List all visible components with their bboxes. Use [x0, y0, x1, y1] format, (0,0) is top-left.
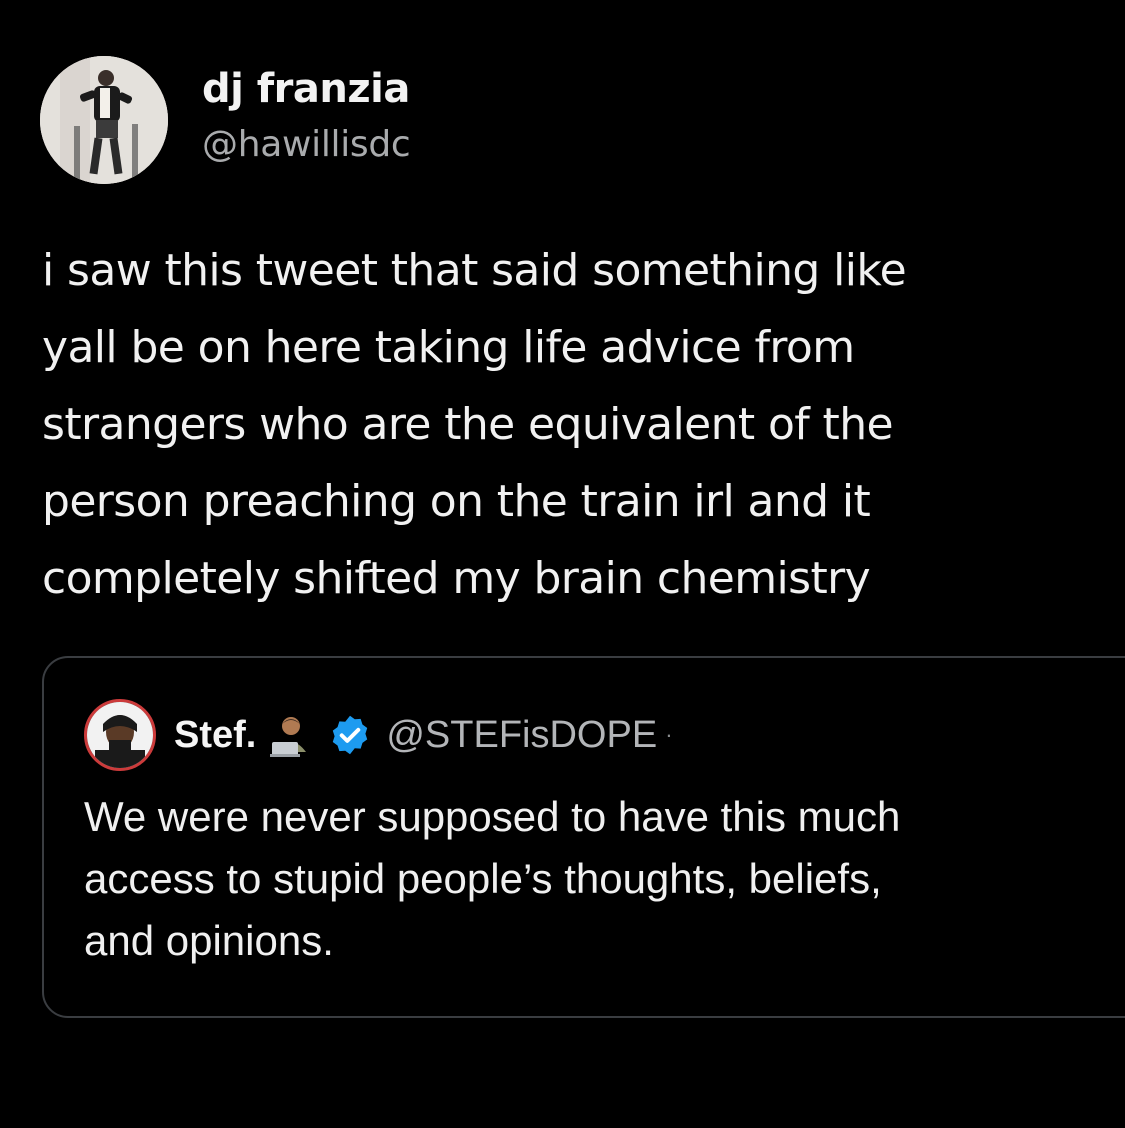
quoted-author-handle[interactable]: @STEFisDOPE [386, 714, 657, 757]
quoted-profile-photo-icon [87, 702, 153, 768]
separator-dot: · [665, 722, 673, 747]
man-technologist-emoji-icon [268, 712, 314, 758]
verified-badge-icon [328, 713, 372, 757]
quoted-text-line: We were never supposed to have this much [84, 793, 901, 840]
quoted-author-display-name[interactable]: Stef. [174, 714, 256, 757]
tweet-text-line: completely shifted my brain chemistry [42, 553, 871, 604]
profile-photo-icon [40, 56, 168, 184]
quoted-text-line: and opinions. [84, 917, 334, 964]
author-avatar[interactable] [40, 56, 168, 184]
tweet-text-line: strangers who are the equivalent of the [42, 399, 894, 450]
tweet-text-line: yall be on here taking life advice from [42, 322, 855, 373]
quoted-tweet-header: Stef. @STEFisDOPE · [84, 698, 673, 772]
quoted-text-line: access to stupid people’s thoughts, beli… [84, 855, 882, 902]
author-info: dj franzia @hawillisdc [202, 63, 411, 171]
quoted-tweet-text: We were never supposed to have this much… [84, 786, 1124, 972]
tweet-text: i saw this tweet that said something lik… [42, 232, 1102, 617]
tweet-card: dj franzia @hawillisdc i saw this tweet … [0, 0, 1125, 1128]
author-display-name[interactable]: dj franzia [202, 63, 410, 115]
tweet-header: dj franzia @hawillisdc [40, 55, 411, 185]
quoted-tweet[interactable]: Stef. @STEFisDOPE · We were never suppos… [42, 656, 1125, 1018]
tweet-text-line: i saw this tweet that said something lik… [42, 245, 907, 296]
quoted-author-avatar[interactable] [84, 699, 156, 771]
tweet-text-line: person preaching on the train irl and it [42, 476, 871, 527]
author-handle[interactable]: @hawillisdc [202, 119, 411, 171]
